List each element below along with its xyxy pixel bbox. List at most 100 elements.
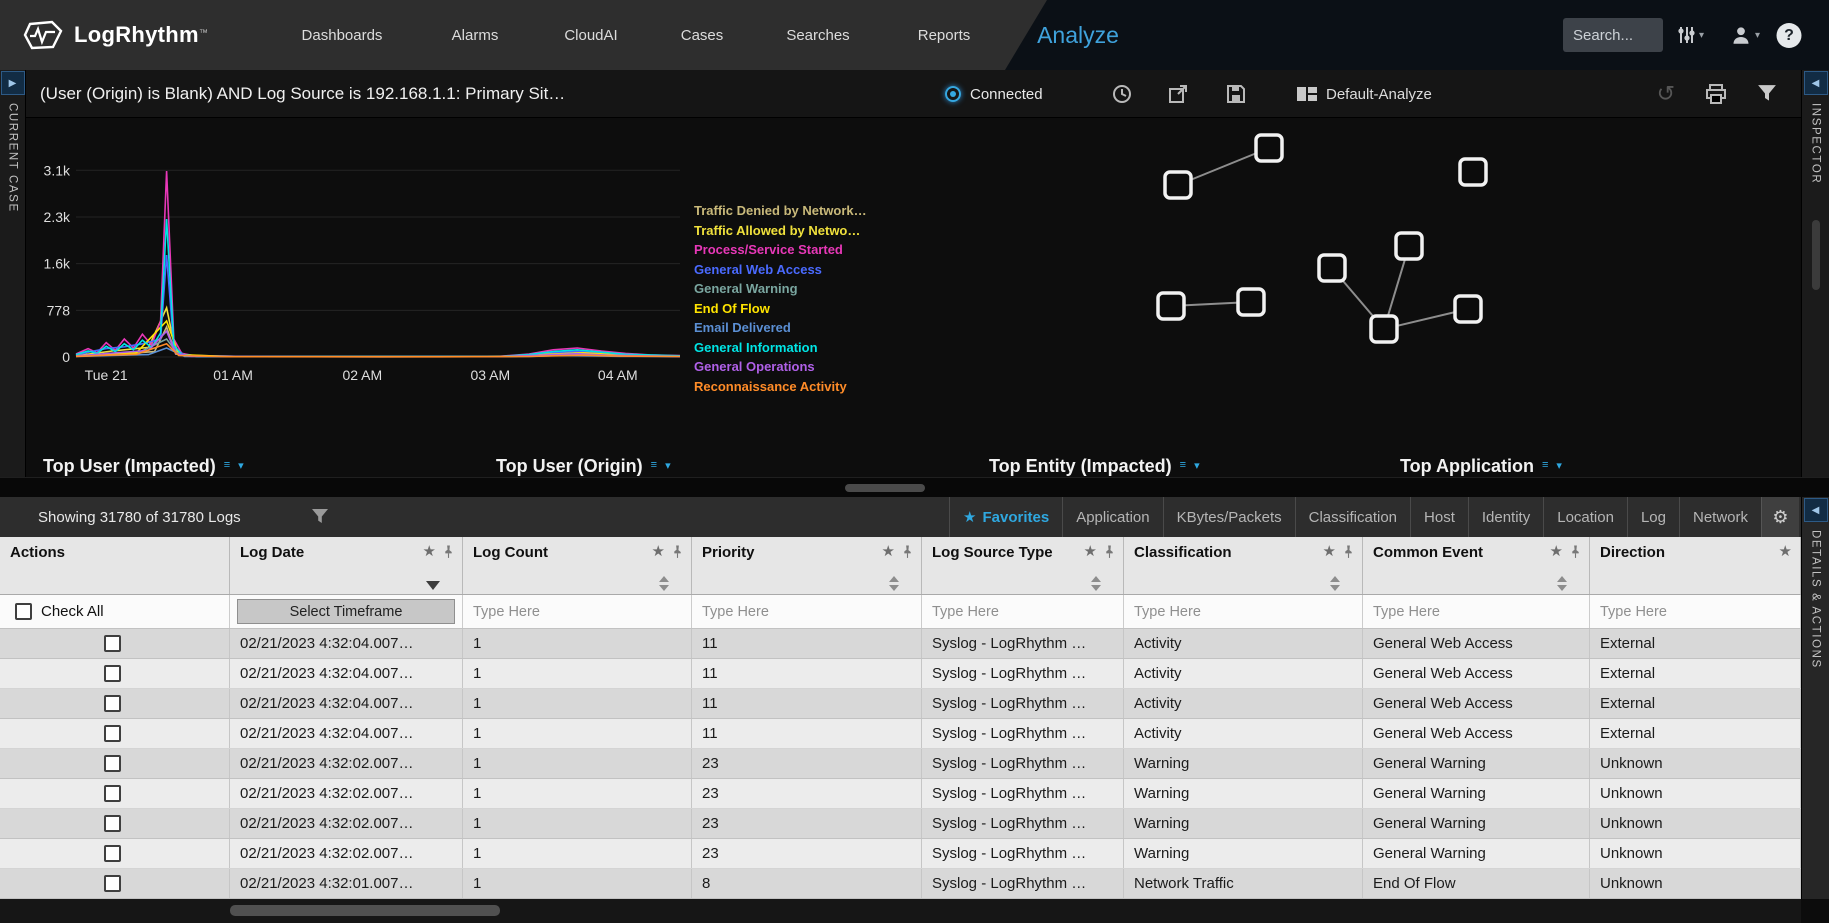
direction-filter[interactable]: Type Here xyxy=(1590,595,1801,628)
widget-menu-icon[interactable]: ▾ xyxy=(665,459,671,472)
save-icon[interactable] xyxy=(1226,70,1246,118)
legend-item[interactable]: Traffic Denied by Network… xyxy=(694,201,867,221)
grid-settings-gear-icon[interactable]: ⚙ xyxy=(1761,497,1799,537)
nav-item-alarms[interactable]: Alarms xyxy=(452,0,499,70)
table-row[interactable]: 02/21/2023 4:32:02.007…123Syslog - LogRh… xyxy=(0,809,1801,839)
nav-item-cases[interactable]: Cases xyxy=(681,0,724,70)
nav-item-searches[interactable]: Searches xyxy=(786,0,849,70)
row-checkbox[interactable] xyxy=(104,725,121,742)
tab-analyze[interactable]: Analyze xyxy=(1037,0,1119,70)
log-count-filter[interactable]: Type Here xyxy=(463,595,692,628)
column-header-log-date[interactable]: Log Date★ xyxy=(230,537,463,594)
pin-icon[interactable] xyxy=(1570,544,1581,559)
widget-menu-icon[interactable]: ▾ xyxy=(1556,459,1562,472)
log-source-type-filter[interactable]: Type Here xyxy=(922,595,1124,628)
row-checkbox[interactable] xyxy=(104,845,121,862)
sort-icons[interactable] xyxy=(889,576,899,591)
grid-tab-host[interactable]: Host xyxy=(1410,497,1468,537)
pin-icon[interactable] xyxy=(1104,544,1115,559)
nav-item-reports[interactable]: Reports xyxy=(918,0,971,70)
column-header-direction[interactable]: Direction★ xyxy=(1590,537,1801,594)
row-checkbox[interactable] xyxy=(104,635,121,652)
table-row[interactable]: 02/21/2023 4:32:02.007…123Syslog - LogRh… xyxy=(0,839,1801,869)
graph-node[interactable] xyxy=(1396,233,1422,259)
time-range-icon[interactable] xyxy=(1112,70,1132,118)
widget-menu-icon[interactable]: ▾ xyxy=(238,459,244,472)
legend-item[interactable]: Process/Service Started xyxy=(694,240,867,260)
favorite-star-icon[interactable]: ★ xyxy=(1084,544,1097,560)
sort-icons[interactable] xyxy=(1091,576,1101,591)
widget-menu-icon[interactable]: ≡ xyxy=(651,459,657,471)
classification-filter[interactable]: Type Here xyxy=(1124,595,1363,628)
inspector-rail[interactable]: ◀ INSPECTOR xyxy=(1801,70,1829,497)
column-header-log-source-type[interactable]: Log Source Type★ xyxy=(922,537,1124,594)
legend-item[interactable]: General Web Access xyxy=(694,260,867,280)
pin-icon[interactable] xyxy=(902,544,913,559)
graph-node[interactable] xyxy=(1371,316,1397,342)
row-checkbox[interactable] xyxy=(104,695,121,712)
user-menu-icon[interactable]: ▾ xyxy=(1730,0,1760,70)
legend-item[interactable]: General Operations xyxy=(694,357,867,377)
column-header-priority[interactable]: Priority★ xyxy=(692,537,922,594)
favorite-star-icon[interactable]: ★ xyxy=(652,544,665,560)
legend-item[interactable]: End Of Flow xyxy=(694,299,867,319)
grid-tab-location[interactable]: Location xyxy=(1543,497,1627,537)
table-row[interactable]: 02/21/2023 4:32:02.007…123Syslog - LogRh… xyxy=(0,749,1801,779)
check-all-checkbox[interactable] xyxy=(15,603,32,620)
table-row[interactable]: 02/21/2023 4:32:04.007…111Syslog - LogRh… xyxy=(0,629,1801,659)
grid-tab-classification[interactable]: Classification xyxy=(1295,497,1410,537)
grid-tab-kbytes-packets[interactable]: KBytes/Packets xyxy=(1163,497,1295,537)
nav-item-cloudai[interactable]: CloudAI xyxy=(564,0,617,70)
pin-icon[interactable] xyxy=(1343,544,1354,559)
brand[interactable]: LogRhythm™ xyxy=(22,0,208,70)
filter-funnel-icon[interactable] xyxy=(1757,84,1777,104)
logs-over-time-chart[interactable]: 3.1k2.3k1.6k7780Tue 2101 AM02 AM03 AM04 … xyxy=(26,118,726,418)
legend-item[interactable]: General Warning xyxy=(694,279,867,299)
grid-filter-icon[interactable] xyxy=(311,508,329,526)
graph-node[interactable] xyxy=(1319,255,1345,281)
widget-menu-icon[interactable]: ▾ xyxy=(1194,459,1200,472)
entity-relationship-graph[interactable] xyxy=(900,118,1775,418)
widget-menu-icon[interactable]: ≡ xyxy=(224,459,230,471)
favorite-star-icon[interactable]: ★ xyxy=(882,544,895,560)
table-row[interactable]: 02/21/2023 4:32:04.007…111Syslog - LogRh… xyxy=(0,659,1801,689)
sort-desc-icon[interactable] xyxy=(426,581,440,590)
graph-node[interactable] xyxy=(1165,172,1191,198)
grid-tab-application[interactable]: Application xyxy=(1062,497,1162,537)
undo-icon[interactable]: ↺ xyxy=(1657,81,1675,107)
table-row[interactable]: 02/21/2023 4:32:02.007…123Syslog - LogRh… xyxy=(0,779,1801,809)
print-icon[interactable] xyxy=(1705,84,1727,104)
favorite-star-icon[interactable]: ★ xyxy=(423,544,436,560)
graph-node[interactable] xyxy=(1460,159,1486,185)
popout-icon[interactable] xyxy=(1168,70,1188,118)
grid-tab-favorites[interactable]: ★Favorites xyxy=(949,497,1062,537)
table-row[interactable]: 02/21/2023 4:32:04.007…111Syslog - LogRh… xyxy=(0,719,1801,749)
legend-item[interactable]: Email Delivered xyxy=(694,318,867,338)
row-checkbox[interactable] xyxy=(104,875,121,892)
sort-icons[interactable] xyxy=(1330,576,1340,591)
graph-node[interactable] xyxy=(1455,296,1481,322)
column-header-actions[interactable]: Actions xyxy=(0,537,230,594)
table-row[interactable]: 02/21/2023 4:32:04.007…111Syslog - LogRh… xyxy=(0,689,1801,719)
grid-horizontal-scrollbar[interactable] xyxy=(0,899,1829,923)
nav-item-dashboards[interactable]: Dashboards xyxy=(302,0,383,70)
expand-current-case-icon[interactable]: ▶ xyxy=(1,71,25,95)
select-timeframe-button[interactable]: Select Timeframe xyxy=(237,599,455,624)
horizontal-scrollbar-thumb[interactable] xyxy=(845,484,925,492)
row-checkbox[interactable] xyxy=(104,755,121,772)
graph-node[interactable] xyxy=(1158,293,1184,319)
table-row[interactable]: 02/21/2023 4:32:01.007…18Syslog - LogRhy… xyxy=(0,869,1801,899)
grid-tab-log[interactable]: Log xyxy=(1627,497,1679,537)
row-checkbox[interactable] xyxy=(104,665,121,682)
help-icon[interactable]: ? xyxy=(1777,23,1802,48)
legend-item[interactable]: General Information xyxy=(694,338,867,358)
column-header-classification[interactable]: Classification★ xyxy=(1124,537,1363,594)
grid-scrollbar-thumb[interactable] xyxy=(230,905,500,916)
grid-tab-identity[interactable]: Identity xyxy=(1468,497,1543,537)
legend-item[interactable]: Reconnaissance Activity xyxy=(694,377,867,397)
widget-menu-icon[interactable]: ≡ xyxy=(1542,459,1548,471)
favorite-star-icon[interactable]: ★ xyxy=(1550,544,1563,560)
expand-inspector-icon[interactable]: ◀ xyxy=(1804,71,1828,95)
pin-icon[interactable] xyxy=(672,544,683,559)
current-case-rail[interactable]: ▶ CURRENT CASE xyxy=(0,70,26,497)
